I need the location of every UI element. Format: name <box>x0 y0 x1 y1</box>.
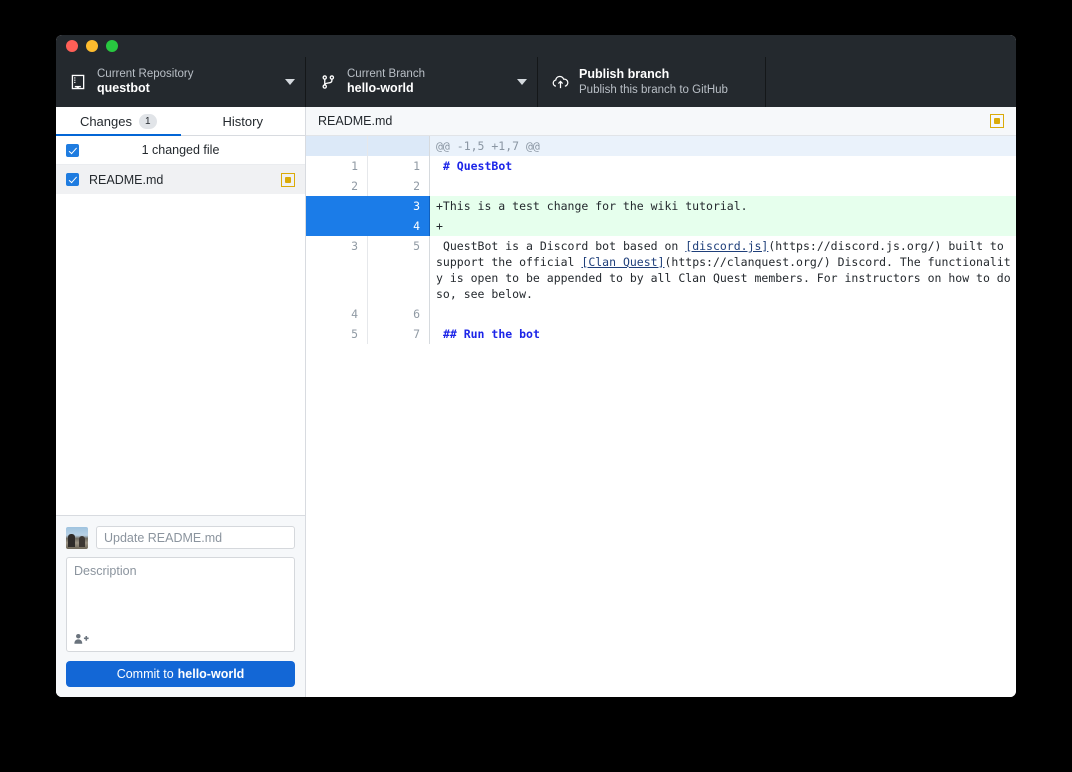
window-title-bar <box>56 35 1016 57</box>
minimize-window-button[interactable] <box>86 40 98 52</box>
file-list-empty-space <box>56 194 305 515</box>
tab-history[interactable]: History <box>180 107 305 135</box>
diff-header: README.md <box>306 107 1016 136</box>
commit-form: Commit to hello-world <box>56 515 305 697</box>
diff-line-row[interactable]: 1 1 # QuestBot <box>306 156 1016 176</box>
commit-button-prefix: Commit to <box>116 667 174 681</box>
tab-changes-badge: 1 <box>138 113 157 129</box>
line-number-new: 7 <box>368 324 430 344</box>
line-number-new: 3 <box>368 196 430 216</box>
diff-line-row-added[interactable]: 3 +This is a test change for the wiki tu… <box>306 196 1016 216</box>
repo-icon <box>68 74 88 90</box>
chevron-down-icon <box>517 79 527 85</box>
select-all-files-checkbox[interactable] <box>66 143 79 157</box>
diff-line-text: +This is a test change for the wiki tuto… <box>430 196 1016 216</box>
publish-branch-text: Publish branch Publish this branch to Gi… <box>579 67 728 97</box>
github-desktop-window: Current Repository questbot Current Bran… <box>56 35 1016 697</box>
main-toolbar: Current Repository questbot Current Bran… <box>56 57 1016 107</box>
tab-history-label: History <box>222 113 263 129</box>
line-number-old: 2 <box>306 176 368 196</box>
avatar <box>66 526 88 549</box>
hunk-gutter-new <box>368 136 430 156</box>
add-coauthor-icon[interactable] <box>73 632 89 646</box>
tab-changes-label: Changes <box>79 113 132 129</box>
changed-files-count: 1 changed file <box>141 143 220 157</box>
current-branch-text: Current Branch hello-world <box>347 67 425 97</box>
diff-line-text: # QuestBot <box>430 156 1016 176</box>
markdown-heading: # QuestBot <box>436 159 513 173</box>
diff-line-row-added[interactable]: 4 + <box>306 216 1016 236</box>
diff-file-name: README.md <box>318 114 393 128</box>
line-number-old: 5 <box>306 324 368 344</box>
current-repository-button[interactable]: Current Repository questbot <box>56 57 306 107</box>
file-name: README.md <box>89 172 164 187</box>
commit-description-wrapper <box>66 557 295 652</box>
diff-line-row[interactable]: 3 5 QuestBot is a Discord bot based on [… <box>306 236 1016 304</box>
cloud-upload-icon <box>550 74 570 90</box>
close-window-button[interactable] <box>66 40 78 52</box>
diff-line-text: QuestBot is a Discord bot based on [disc… <box>430 236 1016 304</box>
line-number-new: 1 <box>368 156 430 176</box>
line-number-old <box>306 216 368 236</box>
markdown-link: [Clan Quest] <box>581 255 665 269</box>
current-branch-value: hello-world <box>347 81 414 96</box>
sidebar-tabs: Changes 1 History <box>56 107 305 136</box>
markdown-link: [discord.js] <box>685 239 769 253</box>
maximize-window-button[interactable] <box>106 40 118 52</box>
hunk-gutter-old <box>306 136 368 156</box>
file-checkbox[interactable] <box>66 173 79 186</box>
commit-summary-row <box>66 526 295 549</box>
diff-line-row[interactable]: 2 2 <box>306 176 1016 196</box>
line-number-new: 2 <box>368 176 430 196</box>
list-item[interactable]: README.md <box>56 165 305 194</box>
diff-line-row[interactable]: 5 7 ## Run the bot <box>306 324 1016 344</box>
line-number-old <box>306 196 368 216</box>
line-number-old: 1 <box>306 156 368 176</box>
line-number-old: 4 <box>306 304 368 324</box>
commit-description-input[interactable] <box>74 564 287 638</box>
diff-line-text: + <box>430 216 1016 236</box>
toolbar-empty-area <box>766 57 1016 107</box>
diff-status-badge <box>990 114 1004 128</box>
publish-branch-title: Publish branch <box>579 67 670 81</box>
app-body: Changes 1 History 1 changed file README.… <box>56 107 1016 697</box>
traffic-lights <box>66 40 118 52</box>
current-repository-label: Current Repository <box>97 68 194 80</box>
markdown-heading: ## Run the bot <box>436 327 540 341</box>
publish-branch-subtitle: Publish this branch to GitHub <box>579 83 728 96</box>
tab-changes[interactable]: Changes 1 <box>56 107 181 136</box>
diff-line-text <box>430 176 1016 196</box>
diff-line-text: ## Run the bot <box>430 324 1016 344</box>
line-number-new: 6 <box>368 304 430 324</box>
changed-files-header: 1 changed file <box>56 136 305 165</box>
current-branch-label: Current Branch <box>347 68 425 80</box>
commit-button-branch: hello-world <box>177 667 245 681</box>
current-repository-value: questbot <box>97 81 150 96</box>
diff-line-row[interactable]: 4 6 <box>306 304 1016 324</box>
diff-hunk-header: @@ -1,5 +1,7 @@ <box>436 139 540 153</box>
status-badge <box>281 172 295 187</box>
line-number-new: 5 <box>368 236 430 304</box>
current-repository-text: Current Repository questbot <box>97 67 194 97</box>
diff-content[interactable]: @@ -1,5 +1,7 @@ 1 1 # QuestBot 2 2 3 +Th… <box>306 136 1016 697</box>
diff-line-text <box>430 304 1016 324</box>
line-number-new: 4 <box>368 216 430 236</box>
commit-summary-input[interactable] <box>96 526 295 549</box>
git-branch-icon <box>318 74 338 90</box>
diff-hunk-header-row: @@ -1,5 +1,7 @@ <box>306 136 1016 156</box>
chevron-down-icon <box>285 79 295 85</box>
line-number-old: 3 <box>306 236 368 304</box>
commit-button[interactable]: Commit to hello-world <box>66 661 295 687</box>
publish-branch-button[interactable]: Publish branch Publish this branch to Gi… <box>538 57 766 107</box>
changes-sidebar: Changes 1 History 1 changed file README.… <box>56 107 306 697</box>
current-branch-button[interactable]: Current Branch hello-world <box>306 57 538 107</box>
diff-panel: README.md @@ -1,5 +1,7 @@ 1 1 # QuestBot… <box>306 107 1016 697</box>
